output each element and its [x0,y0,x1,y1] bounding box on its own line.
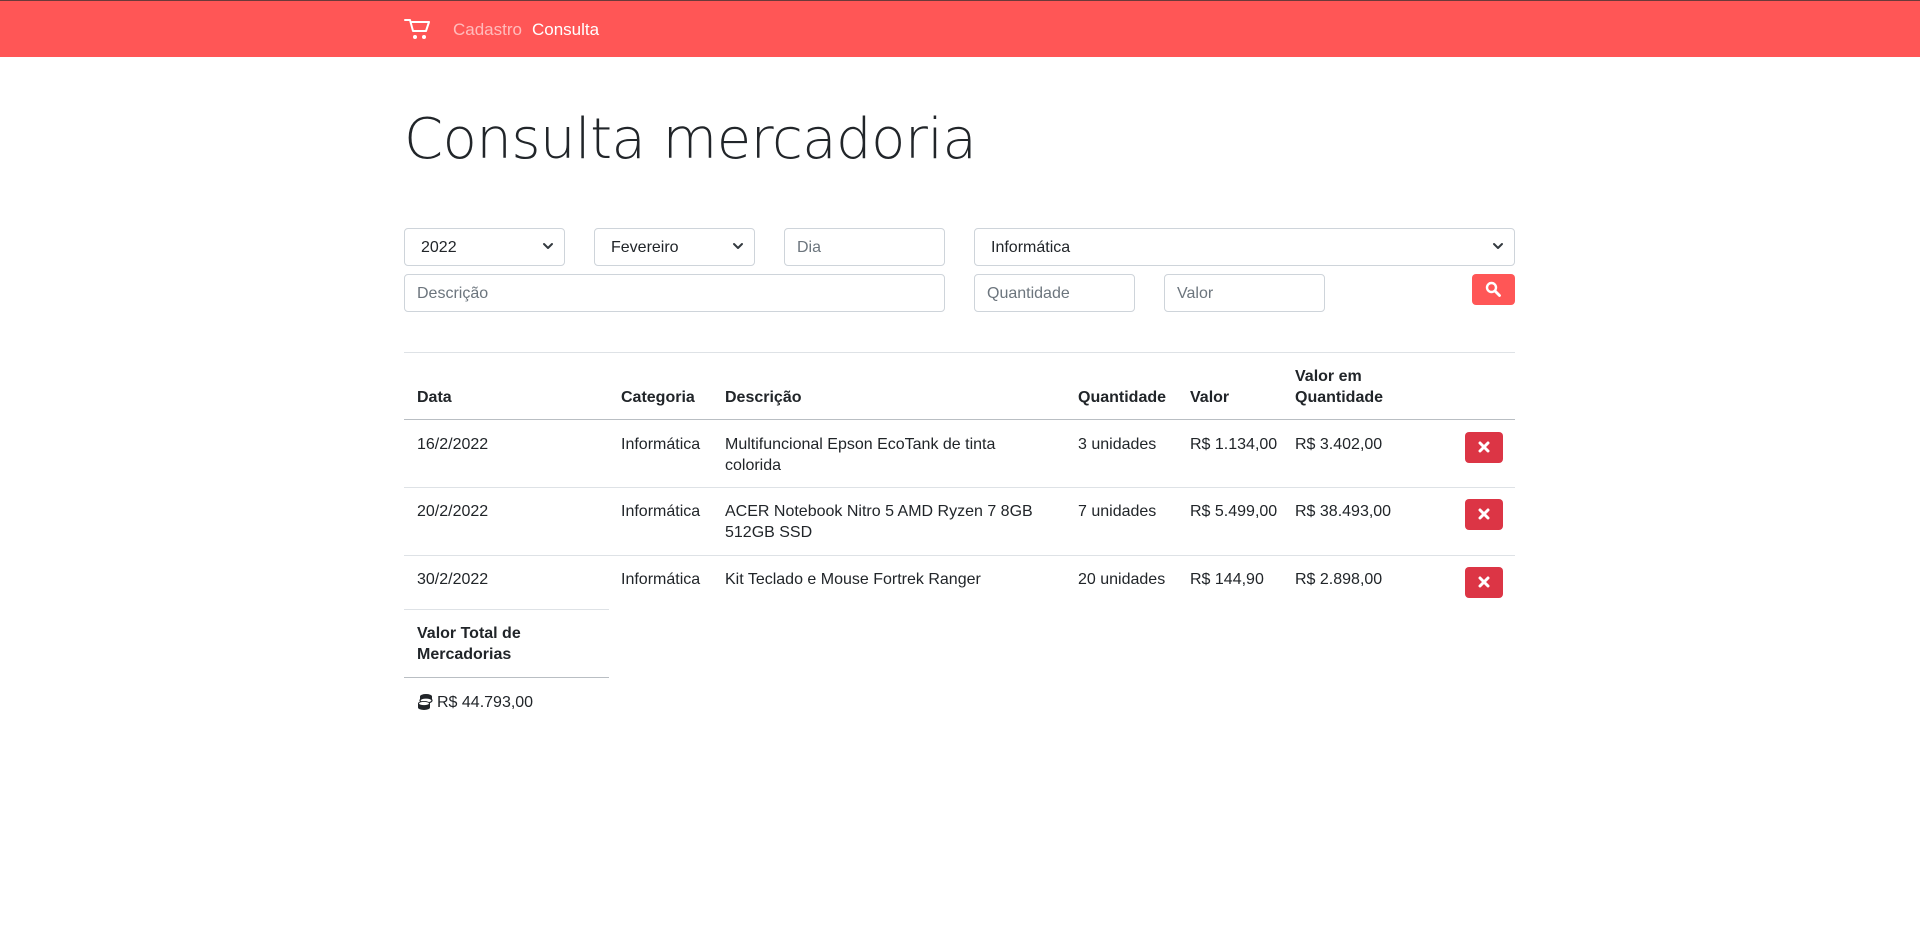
day-input-placeholder: Dia [797,239,822,256]
category-select-value: Informática [991,239,1071,256]
row-value: R$ 5.499,00 [1190,503,1278,520]
close-icon [1478,576,1490,588]
month-select[interactable]: Fevereiro [594,228,755,266]
chevron-down-icon [543,243,553,249]
coins-icon [418,694,433,710]
row-description-line2: 512GB SSD [725,524,813,541]
row-date: 30/2/2022 [417,571,489,588]
row-total-value: R$ 3.402,00 [1295,436,1383,453]
header-valor-em-quantidade-line1: Valor em [1295,368,1362,385]
row-description-line1: ACER Notebook Nitro 5 AMD Ryzen 7 8GB [725,503,1033,520]
value-input-placeholder: Valor [1177,285,1214,302]
month-select-value: Fevereiro [611,239,679,256]
description-input-placeholder: Descrição [417,285,489,302]
row-quantity: 3 unidades [1078,436,1157,453]
row-divider [404,555,1515,556]
header-valor-em-quantidade-line2: Quantidade [1295,389,1384,406]
table-header-border [404,419,1515,420]
delete-button[interactable] [1465,432,1503,463]
close-icon [1478,441,1490,453]
header-descricao: Descrição [725,389,802,406]
category-select[interactable]: Informática [974,228,1515,266]
shopping-cart-icon[interactable] [404,16,432,42]
row-divider [404,487,1515,488]
row-description-line1: Kit Teclado e Mouse Fortrek Ranger [725,571,981,588]
year-select-value: 2022 [421,239,457,256]
delete-button[interactable] [1465,499,1503,530]
nav-link-cadastro[interactable]: Cadastro [453,19,522,41]
nav-link-consulta[interactable]: Consulta [532,19,599,41]
row-quantity: 20 unidades [1078,571,1166,588]
section-divider [404,352,1515,353]
header-categoria: Categoria [621,389,695,406]
row-description-line1: Multifuncional Epson EcoTank de tinta [725,436,996,453]
row-date: 20/2/2022 [417,503,489,520]
row-category: Informática [621,503,701,520]
summary-top-border [404,609,609,610]
delete-button[interactable] [1465,567,1503,598]
summary-label-line1: Valor Total de [417,625,521,642]
row-value: R$ 1.134,00 [1190,436,1278,453]
description-input[interactable]: Descrição [404,274,945,312]
row-date: 16/2/2022 [417,436,489,453]
quantity-input[interactable]: Quantidade [974,274,1135,312]
header-quantidade: Quantidade [1078,389,1167,406]
row-value: R$ 144,90 [1190,571,1264,588]
row-description-line2: colorida [725,457,782,474]
year-select[interactable]: 2022 [404,228,565,266]
row-category: Informática [621,571,701,588]
header-data: Data [417,389,452,406]
row-total-value: R$ 38.493,00 [1295,503,1392,520]
search-icon [1485,281,1501,297]
header-valor: Valor [1190,389,1230,406]
chevron-down-icon [733,243,743,249]
row-total-value: R$ 2.898,00 [1295,571,1383,588]
page-title: Consulta mercadoria [404,107,977,172]
chevron-down-icon [1493,243,1503,249]
search-button[interactable] [1472,274,1515,305]
row-category: Informática [621,436,701,453]
summary-header-border [404,677,609,678]
value-input[interactable]: Valor [1164,274,1325,312]
row-quantity: 7 unidades [1078,503,1157,520]
summary-total-value: R$ 44.793,00 [437,694,534,711]
close-icon [1478,508,1490,520]
quantity-input-placeholder: Quantidade [987,285,1070,302]
day-input[interactable]: Dia [784,228,945,266]
navbar: Cadastro Consulta [0,0,1920,57]
summary-label-line2: Mercadorias [417,646,512,663]
